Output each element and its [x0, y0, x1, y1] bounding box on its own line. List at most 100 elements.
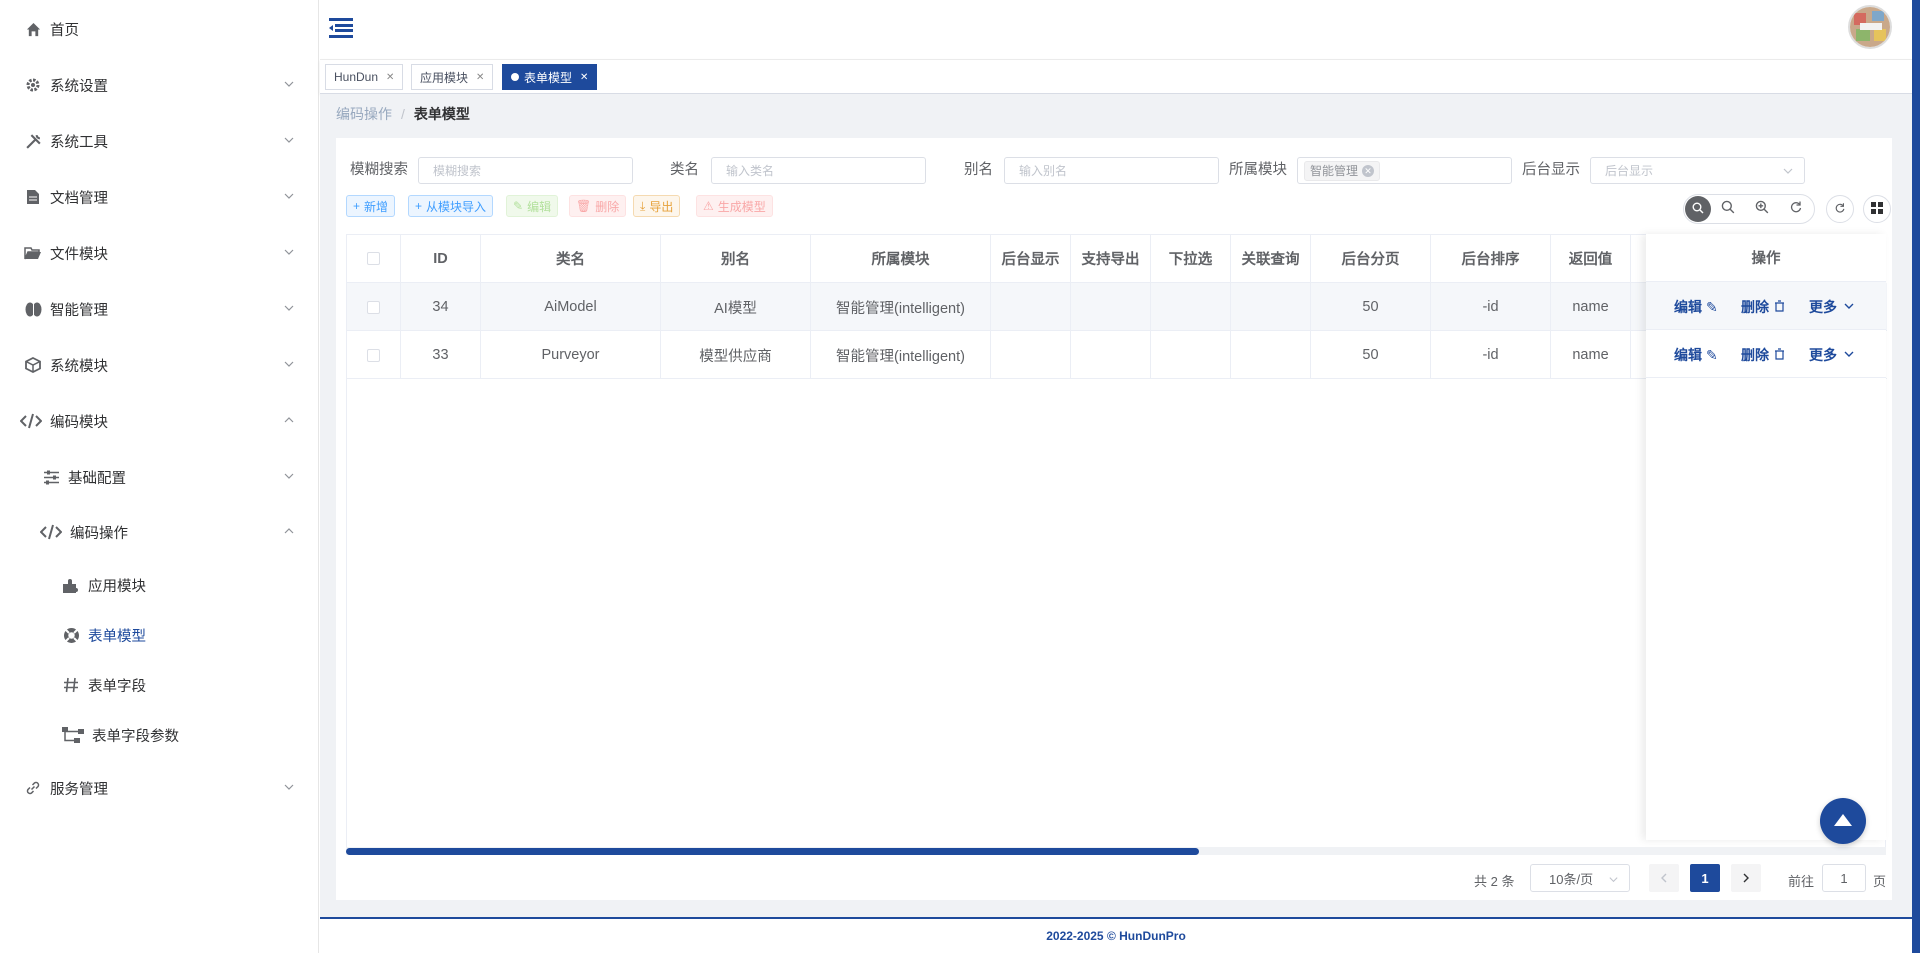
- active-dot-icon: [511, 73, 519, 81]
- menu-toggle-icon[interactable]: [329, 17, 353, 41]
- column-header-dropdown[interactable]: 下拉选: [1151, 235, 1231, 283]
- column-header-backend-display[interactable]: 后台显示: [991, 235, 1071, 283]
- sidebar-item-system-modules[interactable]: 系统模块: [0, 345, 319, 385]
- sidebar-item-label: 智能管理: [50, 302, 108, 319]
- back-to-top-button[interactable]: [1820, 798, 1866, 844]
- row-more-label: 更多: [1809, 299, 1837, 315]
- tab-label: 应用模块: [420, 70, 469, 85]
- goto-page-input[interactable]: 1: [1822, 864, 1866, 892]
- horizontal-scrollbar[interactable]: [346, 848, 1199, 855]
- pagination-total: 共 2 条: [1474, 873, 1515, 889]
- column-header-classname[interactable]: 类名: [481, 235, 661, 283]
- sidebar-item-label: 系统模块: [50, 358, 108, 375]
- row-select-cell: [347, 331, 401, 379]
- module-select[interactable]: 智能管理 ✕: [1297, 157, 1512, 184]
- tab-app-modules[interactable]: 应用模块 ✕: [411, 64, 494, 90]
- sidebar-item-label: 基础配置: [68, 470, 126, 487]
- sidebar-item-label: 表单字段: [88, 678, 146, 695]
- cell-return: name: [1551, 331, 1631, 379]
- add-button[interactable]: + 新增: [346, 195, 396, 217]
- row-more-label: 更多: [1809, 347, 1837, 363]
- module-chip-label: 智能管理: [1310, 164, 1359, 178]
- tab-form-models[interactable]: 表单模型 ✕: [502, 64, 598, 90]
- chevron-down-icon: [283, 133, 297, 147]
- column-header-id[interactable]: ID: [401, 235, 481, 283]
- cell-sort: -id: [1431, 283, 1551, 331]
- column-header-return[interactable]: 返回值: [1551, 235, 1631, 283]
- row-checkbox[interactable]: [367, 300, 380, 314]
- row-delete-label: 删除: [1741, 299, 1769, 315]
- reset-button[interactable]: [1789, 200, 1803, 217]
- row-checkbox[interactable]: [367, 348, 380, 362]
- row-select-cell: [347, 283, 401, 331]
- sidebar-item-code-modules[interactable]: 编码模块: [0, 401, 319, 441]
- sidebar-item-label: 表单模型: [88, 628, 146, 645]
- row-delete-button[interactable]: 删除: [1741, 297, 1785, 317]
- column-header-related-query[interactable]: 关联查询: [1231, 235, 1311, 283]
- cell-alias: AI模型: [661, 283, 811, 331]
- sidebar-item-basic-config[interactable]: 基础配置: [0, 457, 319, 497]
- app-root: 首页 系统设置 系统工具 文档管理 文件模块 智能管理 系统模块 编码模块 基础…: [0, 0, 1920, 953]
- chevron-down-icon: [1843, 347, 1855, 363]
- column-header-export[interactable]: 支持导出: [1071, 235, 1151, 283]
- sidebar-item-form-fields[interactable]: 表单字段: [0, 665, 319, 705]
- cell-pagination: 50: [1311, 331, 1431, 379]
- refresh-button[interactable]: [1826, 195, 1854, 223]
- delete-button[interactable]: 🗑 删除: [569, 195, 627, 217]
- breadcrumb-parent[interactable]: 编码操作: [336, 104, 392, 124]
- sidebar-item-app-modules[interactable]: 应用模块: [0, 565, 319, 605]
- generate-label: 生成模型: [717, 199, 766, 214]
- backend-display-select[interactable]: 后台显示: [1590, 157, 1805, 184]
- close-icon[interactable]: ✕: [1362, 164, 1375, 177]
- page-size-select[interactable]: 10条/页: [1530, 864, 1630, 892]
- page-number-current[interactable]: 1: [1690, 864, 1720, 892]
- sidebar-item-system-settings[interactable]: 系统设置: [0, 65, 319, 105]
- code-icon: [20, 412, 42, 430]
- column-header-sort[interactable]: 后台排序: [1431, 235, 1551, 283]
- close-icon[interactable]: ✕: [386, 72, 394, 83]
- select-all-checkbox[interactable]: [367, 252, 380, 265]
- column-header-alias[interactable]: 别名: [661, 235, 811, 283]
- generate-model-button[interactable]: ⚠ 生成模型: [696, 195, 773, 217]
- sidebar-item-services[interactable]: 服务管理: [0, 768, 319, 808]
- sidebar-item-form-field-params[interactable]: 表单字段参数: [0, 715, 319, 755]
- import-from-module-button[interactable]: + 从模块导入: [408, 195, 494, 217]
- close-icon[interactable]: ✕: [580, 72, 588, 83]
- row-edit-button[interactable]: 编辑 ✎: [1674, 297, 1718, 317]
- avatar[interactable]: [1848, 5, 1892, 49]
- column-header-module[interactable]: 所属模块: [811, 235, 991, 283]
- alias-input[interactable]: 输入别名: [1004, 157, 1219, 184]
- fuzzy-search-input[interactable]: 模糊搜索: [418, 157, 633, 184]
- row-more-button[interactable]: 更多: [1809, 297, 1855, 317]
- cell-alias: 模型供应商: [661, 331, 811, 379]
- chevron-down-icon: [283, 469, 297, 483]
- search-button[interactable]: [1721, 200, 1735, 217]
- refresh-icon: [1834, 201, 1846, 217]
- cell-classname: AiModel: [481, 283, 661, 331]
- sidebar-item-home[interactable]: 首页: [0, 9, 319, 49]
- row-edit-button[interactable]: 编辑 ✎: [1674, 345, 1718, 365]
- export-button[interactable]: ⤓ 导出: [633, 195, 681, 217]
- tab-hundun[interactable]: HunDun ✕: [325, 64, 404, 90]
- sidebar-item-files[interactable]: 文件模块: [0, 233, 319, 273]
- sidebar-item-ai-management[interactable]: 智能管理: [0, 289, 319, 329]
- classname-input[interactable]: 输入类名: [711, 157, 926, 184]
- sidebar-item-documents[interactable]: 文档管理: [0, 177, 319, 217]
- close-icon[interactable]: ✕: [476, 72, 484, 83]
- sidebar-item-label: 文件模块: [50, 246, 108, 263]
- sidebar-item-code-operations[interactable]: 编码操作: [0, 512, 319, 552]
- next-page-button[interactable]: [1731, 864, 1761, 892]
- sidebar-item-form-models[interactable]: 表单模型: [0, 615, 319, 655]
- search-toggle-button[interactable]: [1685, 196, 1711, 222]
- sidebar-item-label: 编码模块: [50, 414, 108, 431]
- row-more-button[interactable]: 更多: [1809, 345, 1855, 365]
- puzzle-icon: [62, 576, 80, 594]
- column-header-pagination[interactable]: 后台分页: [1311, 235, 1431, 283]
- edit-button[interactable]: ✎ 编辑: [506, 195, 559, 217]
- zoom-button[interactable]: [1755, 200, 1769, 217]
- columns-button[interactable]: [1863, 195, 1891, 223]
- prev-page-button[interactable]: [1649, 864, 1679, 892]
- row-delete-button[interactable]: 删除: [1741, 345, 1785, 365]
- alias-label: 别名: [964, 162, 993, 178]
- sidebar-item-system-tools[interactable]: 系统工具: [0, 121, 319, 161]
